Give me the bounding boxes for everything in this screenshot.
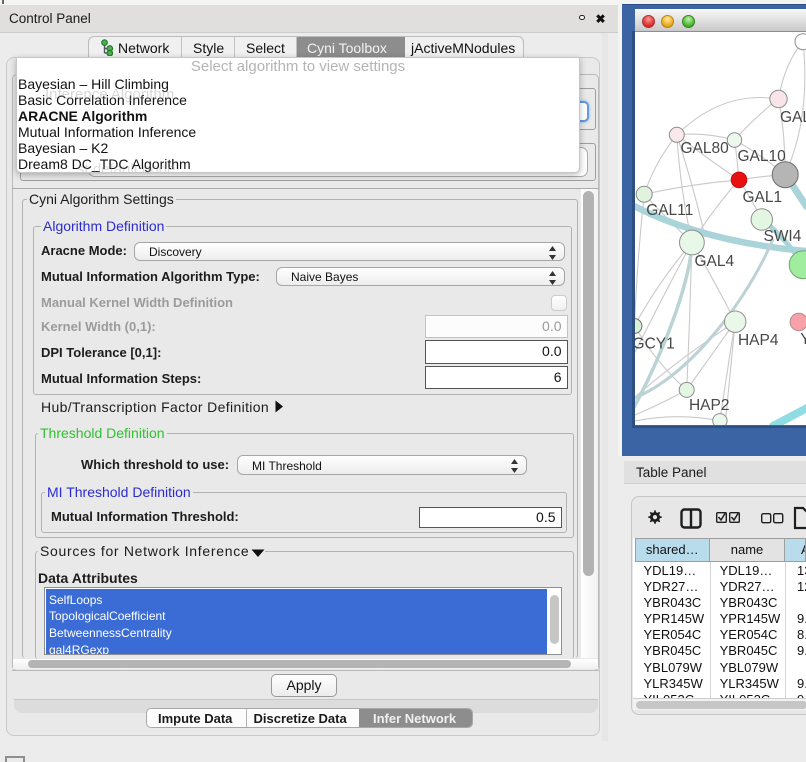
svg-text:SWI4: SWI4 bbox=[763, 228, 801, 245]
svg-text:HAP2: HAP2 bbox=[689, 397, 729, 414]
svg-text:GAL10: GAL10 bbox=[737, 148, 785, 165]
svg-text:Y: Y bbox=[800, 331, 806, 348]
svg-text:GAL80: GAL80 bbox=[680, 140, 728, 157]
svg-text:HAP4: HAP4 bbox=[737, 332, 778, 349]
svg-text:GAL1: GAL1 bbox=[742, 189, 782, 206]
svg-text:GAL11: GAL11 bbox=[646, 202, 693, 219]
svg-text:GAL4: GAL4 bbox=[694, 253, 734, 270]
svg-text:GCY1: GCY1 bbox=[635, 335, 675, 352]
svg-text:GAL8: GAL8 bbox=[779, 109, 806, 126]
